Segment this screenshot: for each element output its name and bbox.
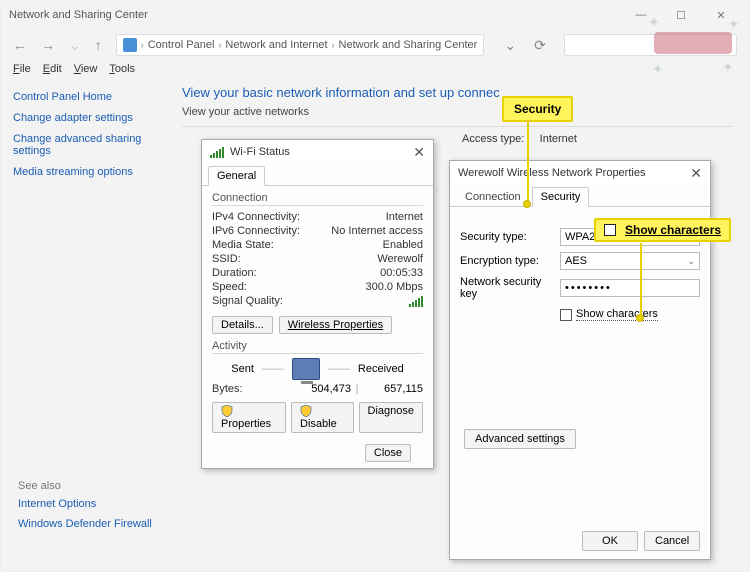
minimize-button[interactable]: — bbox=[621, 9, 661, 21]
control-panel-icon bbox=[123, 38, 137, 52]
tab-general[interactable]: General bbox=[208, 166, 265, 186]
diagnose-button[interactable]: Diagnose bbox=[359, 402, 423, 433]
access-type-label: Access type: bbox=[462, 133, 524, 145]
sidebar-item-sharing[interactable]: Change advanced sharing settings bbox=[13, 133, 178, 157]
duration-label: Duration: bbox=[212, 267, 380, 279]
show-characters-label[interactable]: Show characters bbox=[576, 308, 658, 321]
recent-dropdown[interactable]: ⌄ bbox=[69, 37, 81, 54]
callout-dot bbox=[523, 200, 531, 208]
chevron-down-icon: ⌄ bbox=[687, 256, 695, 267]
up-button[interactable]: ↑ bbox=[95, 37, 102, 53]
see-also-section: See also Internet Options Windows Defend… bbox=[18, 478, 152, 538]
breadcrumb[interactable]: › Control Panel › Network and Internet ›… bbox=[116, 34, 485, 56]
see-also-firewall[interactable]: Windows Defender Firewall bbox=[18, 518, 152, 530]
advanced-settings-button[interactable]: Advanced settings bbox=[464, 429, 576, 449]
back-button[interactable]: ← bbox=[13, 37, 27, 53]
show-characters-checkbox[interactable] bbox=[560, 309, 572, 321]
close-button[interactable]: ✕ bbox=[701, 9, 741, 22]
menu-edit[interactable]: Edit bbox=[43, 63, 62, 75]
media-label: Media State: bbox=[212, 239, 383, 251]
window-title: Network and Sharing Center bbox=[9, 9, 148, 21]
wifi-status-close[interactable]: ✕ bbox=[413, 144, 425, 161]
encryption-type-label: Encryption type: bbox=[460, 255, 560, 267]
sent-label: Sent bbox=[231, 363, 254, 375]
control-panel-home-link[interactable]: Control Panel Home bbox=[13, 91, 178, 103]
sidebar-item-adapter[interactable]: Change adapter settings bbox=[13, 112, 178, 124]
speed-value: 300.0 Mbps bbox=[366, 281, 423, 293]
breadcrumb-item[interactable]: Network and Sharing Center bbox=[339, 39, 478, 51]
ssid-value: Werewolf bbox=[377, 253, 423, 265]
see-also-internet-options[interactable]: Internet Options bbox=[18, 498, 152, 510]
properties-close[interactable]: ✕ bbox=[690, 165, 702, 182]
sent-bytes: 504,473 bbox=[291, 383, 351, 395]
access-type-value: Internet bbox=[540, 133, 577, 145]
security-key-label: Network security key bbox=[460, 276, 560, 300]
callout-dot bbox=[636, 314, 644, 322]
signal-bars-icon bbox=[409, 295, 423, 307]
ipv4-label: IPv4 Connectivity: bbox=[212, 211, 386, 223]
received-bytes: 657,115 bbox=[363, 383, 423, 395]
chevron-icon: › bbox=[218, 40, 221, 50]
menu-tools[interactable]: Tools bbox=[109, 63, 135, 75]
breadcrumb-item[interactable]: Control Panel bbox=[148, 39, 215, 51]
ipv6-value: No Internet access bbox=[331, 225, 423, 237]
wifi-status-dialog: Wi-Fi Status ✕ General Connection IPv4 C… bbox=[201, 139, 434, 469]
connection-group-label: Connection bbox=[212, 192, 268, 204]
ipv4-value: Internet bbox=[386, 211, 423, 223]
media-value: Enabled bbox=[383, 239, 423, 251]
security-type-label: Security type: bbox=[460, 231, 560, 243]
wifi-close-button[interactable]: Close bbox=[365, 444, 411, 462]
callout-security: Security bbox=[502, 96, 573, 122]
activity-group-label: Activity bbox=[212, 340, 247, 352]
maximize-button[interactable]: ☐ bbox=[661, 9, 701, 22]
encryption-type-select[interactable]: AES⌄ bbox=[560, 252, 700, 270]
breadcrumb-dropdown[interactable]: ⌄ bbox=[504, 37, 516, 54]
wifi-icon bbox=[210, 146, 224, 158]
bytes-label: Bytes: bbox=[212, 383, 291, 395]
menu-view[interactable]: View bbox=[74, 63, 98, 75]
shield-icon bbox=[221, 405, 233, 417]
duration-value: 00:05:33 bbox=[380, 267, 423, 279]
details-button[interactable]: Details... bbox=[212, 316, 273, 334]
see-also-title: See also bbox=[18, 480, 152, 492]
wireless-properties-button[interactable]: Wireless Properties bbox=[279, 316, 392, 334]
subtitle: View your active networks bbox=[182, 106, 733, 118]
sidebar-item-media[interactable]: Media streaming options bbox=[13, 166, 178, 178]
wifi-status-title: Wi-Fi Status bbox=[230, 146, 290, 158]
breadcrumb-item[interactable]: Network and Internet bbox=[225, 39, 327, 51]
cancel-button[interactable]: Cancel bbox=[644, 531, 700, 551]
properties-title: Werewolf Wireless Network Properties bbox=[458, 167, 645, 179]
refresh-button[interactable]: ⟳ bbox=[530, 37, 550, 54]
checkbox-icon bbox=[604, 224, 616, 236]
search-input[interactable] bbox=[564, 34, 737, 56]
ipv6-label: IPv6 Connectivity: bbox=[212, 225, 331, 237]
menu-file[interactable]: File bbox=[13, 63, 31, 75]
security-key-input[interactable]: •••••••• bbox=[560, 279, 700, 297]
callout-line bbox=[640, 243, 642, 315]
properties-button[interactable]: Properties bbox=[212, 402, 286, 433]
callout-line bbox=[527, 121, 529, 201]
signal-label: Signal Quality: bbox=[212, 295, 409, 310]
page-title: View your basic network information and … bbox=[182, 85, 733, 100]
tab-connection[interactable]: Connection bbox=[456, 187, 530, 207]
computer-icon bbox=[292, 358, 320, 380]
chevron-icon: › bbox=[141, 40, 144, 50]
forward-button[interactable]: → bbox=[41, 37, 55, 53]
callout-show-characters: Show characters bbox=[594, 218, 731, 242]
disable-button[interactable]: Disable bbox=[291, 402, 353, 433]
ssid-label: SSID: bbox=[212, 253, 377, 265]
tab-security[interactable]: Security bbox=[532, 187, 590, 207]
shield-icon bbox=[300, 405, 312, 417]
chevron-icon: › bbox=[332, 40, 335, 50]
speed-label: Speed: bbox=[212, 281, 366, 293]
received-label: Received bbox=[358, 363, 404, 375]
ok-button[interactable]: OK bbox=[582, 531, 638, 551]
